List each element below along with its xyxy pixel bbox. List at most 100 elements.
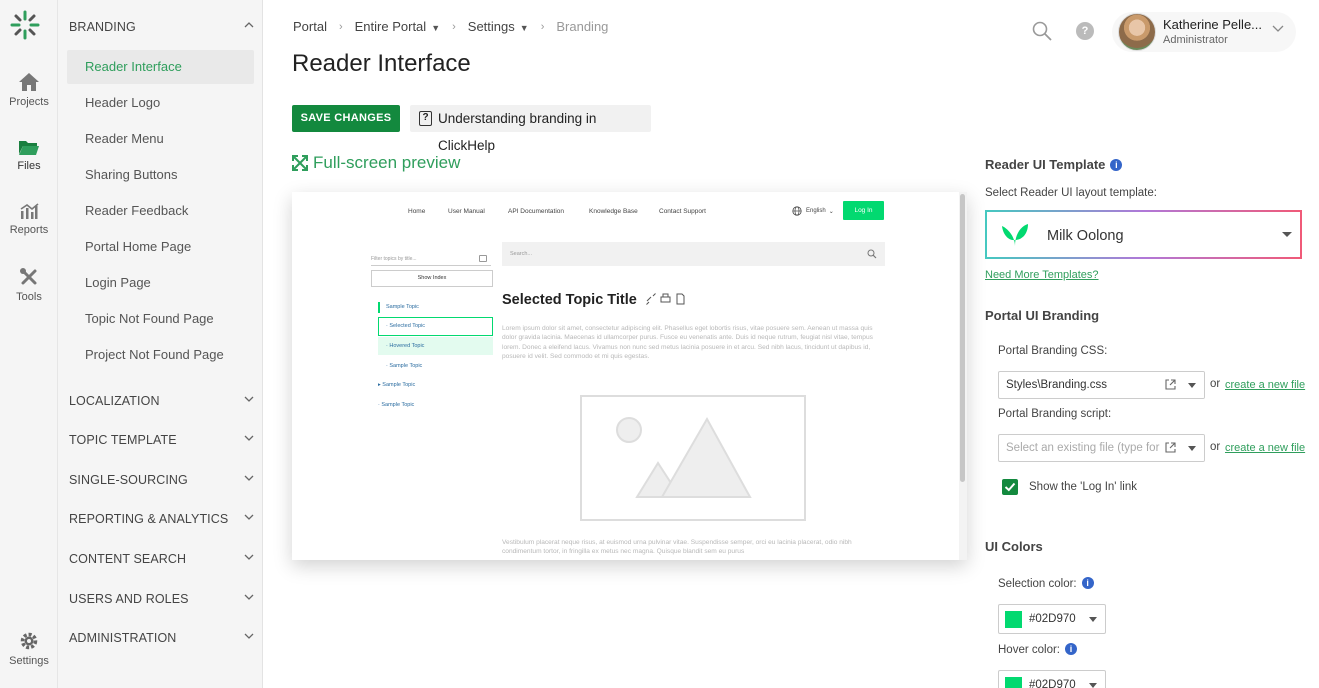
nav-group-content-search[interactable]: CONTENT SEARCH [69,552,254,566]
help-icon[interactable]: ? [1076,22,1094,40]
rail-reports[interactable]: Reports [0,202,58,236]
branding-help-button[interactable]: ? Understanding branding in ClickHelp [410,105,651,153]
show-login-checkbox[interactable] [1002,479,1018,495]
preview-search: Search... [502,242,885,266]
rail-tools[interactable]: Tools [0,267,58,303]
chevron-down-icon [244,396,254,402]
color-swatch [1005,677,1022,688]
branding-script-select[interactable]: Select an existing file (type for quick … [998,434,1205,462]
preview-tree-item: · Sample Topic [386,363,423,369]
nav-group-branding[interactable]: BRANDING [69,20,254,34]
reader-preview: Home User Manual API Documentation Knowl… [292,192,967,560]
breadcrumb-entire-portal[interactable]: Entire Portal ▼ [355,19,440,34]
gear-icon [20,632,38,650]
preview-login-button: Log In [843,201,884,220]
or-text: or [1210,441,1221,453]
page-title: Reader Interface [292,50,471,77]
globe-icon [792,206,802,216]
hover-color-picker[interactable]: #02D970 [998,670,1106,688]
chart-icon [20,203,39,219]
leaf-icon [1002,224,1028,246]
expand-icon [292,155,308,171]
nav-group-localization[interactable]: LOCALIZATION [69,394,254,408]
settings-nav: BRANDING Reader Interface Header Logo Re… [58,0,263,688]
nav-item-login-page[interactable]: Login Page [67,266,254,300]
chevron-down-icon [244,594,254,600]
nav-group-topic-template[interactable]: TOPIC TEMPLATE [69,433,254,447]
breadcrumb-branding: Branding [556,19,609,34]
caret-down-icon: ▼ [431,23,441,33]
nav-item-reader-menu[interactable]: Reader Menu [67,122,254,156]
rail-files[interactable]: Files [0,138,58,172]
branding-css-select[interactable]: Styles\Branding.css [998,371,1205,399]
css-label: Portal Branding CSS: [998,345,1108,357]
app-rail: Projects Files Reports Tools Settings [0,0,58,688]
or-text: or [1210,378,1221,390]
dropdown-arrow-icon [1188,446,1196,451]
preview-tree-item: · Hovered Topic [386,343,425,349]
chevron-down-icon [244,435,254,441]
nav-item-portal-home-page[interactable]: Portal Home Page [67,230,254,264]
tree-marker [378,302,380,313]
breadcrumb-settings[interactable]: Settings ▼ [468,19,529,34]
breadcrumb-portal[interactable]: Portal [293,19,327,34]
scroll-thumb[interactable] [960,194,965,482]
dropdown-arrow-icon [1282,232,1292,237]
open-external-icon[interactable] [1165,442,1176,453]
caret-down-icon: ▼ [519,23,529,33]
preview-nav-api: API Documentation [508,208,565,215]
chevron-down-icon [244,514,254,520]
nav-item-topic-not-found[interactable]: Topic Not Found Page [67,302,254,336]
need-more-templates-link[interactable]: Need More Templates? [985,269,1099,281]
nav-group-users-roles[interactable]: USERS AND ROLES [69,592,254,606]
nav-group-single-sourcing[interactable]: SINGLE-SOURCING [69,473,254,487]
home-icon [19,73,39,91]
show-login-label: Show the 'Log In' link [1029,481,1137,493]
search-icon [867,249,877,259]
preview-nav-user-manual: User Manual [448,208,485,215]
search-icon[interactable] [1032,21,1052,41]
nav-item-sharing-buttons[interactable]: Sharing Buttons [67,158,254,192]
filter-icon [479,255,487,262]
preview-topic-title: Selected Topic Title [502,292,685,308]
folder-icon [19,141,39,155]
preview-show-index: Show Index [371,270,493,287]
image-placeholder-icon [580,395,806,521]
preview-filter: Filter topics by title... [371,252,491,266]
open-external-icon[interactable] [1165,379,1176,390]
preview-paragraph: Lorem ipsum dolor sit amet, consectetur … [502,325,873,361]
preview-tree-item: ▸ Sample Topic [378,382,416,388]
preview-nav-home: Home [408,208,426,215]
nav-item-reader-feedback[interactable]: Reader Feedback [67,194,254,228]
template-label: Select Reader UI layout template: [985,187,1157,199]
rail-settings[interactable]: Settings [0,631,58,667]
full-screen-preview-link[interactable]: Full-screen preview [292,153,460,173]
info-icon[interactable]: i [1081,577,1094,589]
preview-scrollbar[interactable] [959,192,967,560]
preview-nav-contact: Contact Support [659,208,706,215]
save-changes-button[interactable]: SAVE CHANGES [292,105,400,132]
clickhelp-logo-icon[interactable] [8,8,42,42]
preview-tree-item: Sample Topic [386,304,419,310]
selection-color-label: Selection color: i [998,577,1094,590]
rail-projects[interactable]: Projects [0,72,58,108]
info-icon[interactable]: i [1065,643,1077,655]
nav-item-header-logo[interactable]: Header Logo [67,86,254,120]
info-icon[interactable]: i [1110,159,1123,171]
create-script-file-link[interactable]: create a new file [1225,442,1305,454]
template-select[interactable]: Milk Oolong [985,210,1302,259]
tools-icon [20,268,37,285]
user-menu[interactable]: Katherine Pelle... Administrator [1112,12,1296,52]
chevron-down-icon [1272,25,1284,32]
chevron-down-icon [244,554,254,560]
nav-item-reader-interface[interactable]: Reader Interface [67,50,254,84]
portal-ui-branding-heading: Portal UI Branding [985,308,1100,323]
create-css-file-link[interactable]: create a new file [1225,379,1305,391]
nav-item-project-not-found[interactable]: Project Not Found Page [67,338,254,372]
selection-color-picker[interactable]: #02D970 [998,604,1106,634]
nav-group-reporting[interactable]: REPORTING & ANALYTICS [69,512,254,526]
nav-group-administration[interactable]: ADMINISTRATION [69,631,254,645]
preview-language: English ⌄ [792,206,834,216]
user-role: Administrator [1163,34,1228,46]
user-name: Katherine Pelle... [1163,17,1263,32]
